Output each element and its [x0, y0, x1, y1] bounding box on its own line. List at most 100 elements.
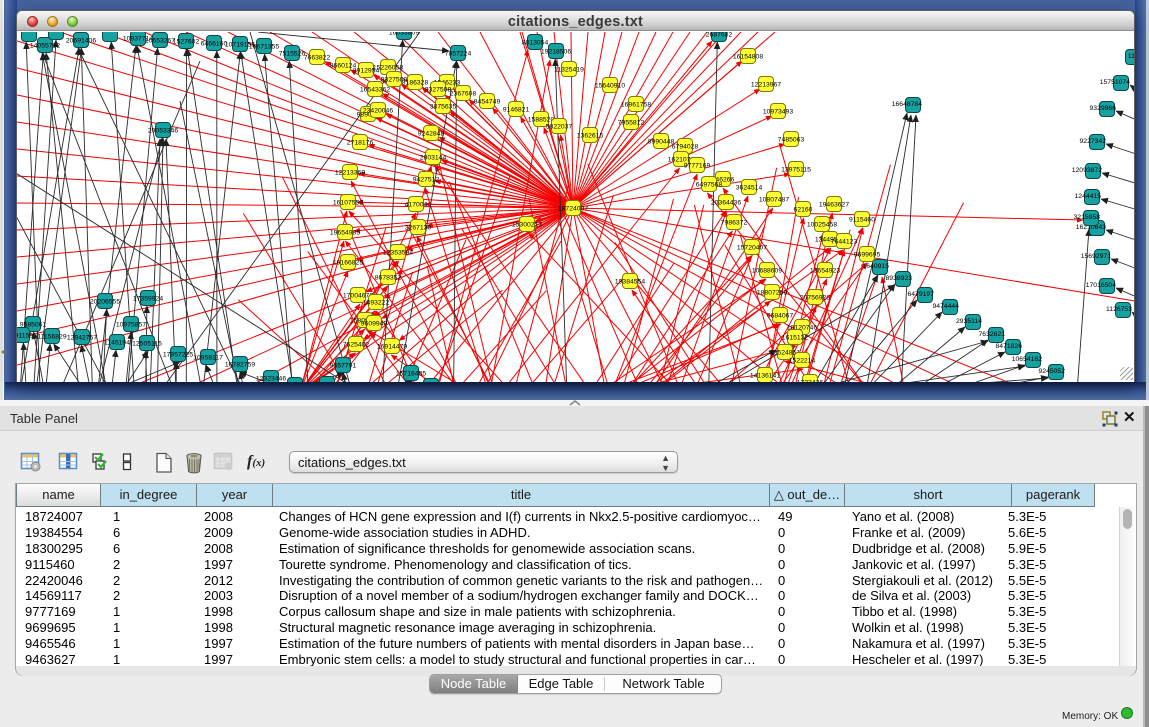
svg-text:16107553: 16107553	[333, 200, 363, 207]
svg-text:23420046: 23420046	[363, 108, 393, 115]
svg-text:7663822: 7663822	[304, 55, 331, 62]
svg-text:8813054: 8813054	[522, 40, 549, 47]
svg-text:15300213: 15300213	[512, 222, 542, 229]
svg-text:19166825: 19166825	[333, 260, 363, 267]
svg-text:3267130: 3267130	[405, 225, 432, 232]
svg-text:16914479: 16914479	[377, 344, 407, 351]
svg-text:15692971: 15692971	[1081, 253, 1111, 260]
svg-text:7485063: 7485063	[778, 137, 805, 144]
svg-text:10958117: 10958117	[193, 355, 223, 362]
svg-text:6794028: 6794028	[672, 144, 699, 151]
svg-text:7644123: 7644123	[831, 239, 858, 246]
svg-text:16961758: 16961758	[621, 102, 651, 109]
svg-text:3215958: 3215958	[1074, 214, 1101, 221]
svg-text:1615132: 1615132	[782, 335, 809, 342]
svg-text:6466160: 6466160	[201, 41, 228, 48]
svg-text:19463627: 19463627	[819, 202, 849, 209]
svg-text:15226058: 15226058	[373, 65, 403, 72]
svg-text:10688609: 10688609	[752, 268, 782, 275]
svg-text:7625402: 7625402	[343, 342, 370, 349]
svg-text:17957225: 17957225	[163, 352, 193, 359]
svg-text:2803144: 2803144	[420, 155, 447, 162]
svg-text:1145194: 1145194	[104, 340, 130, 347]
svg-text:9427512: 9427512	[413, 177, 440, 184]
svg-text:1493222: 1493222	[363, 300, 390, 307]
svg-text:8471826: 8471826	[996, 343, 1023, 350]
svg-text:16782759: 16782759	[225, 362, 255, 369]
svg-text:3875635: 3875635	[430, 104, 457, 111]
svg-text:9457791: 9457791	[330, 363, 357, 370]
svg-text:9777169: 9777169	[684, 163, 711, 170]
svg-text:19654985: 19654985	[330, 230, 360, 237]
svg-text:3624514: 3624514	[736, 185, 763, 192]
svg-text:1640915: 1640915	[863, 263, 890, 270]
svg-text:10653267: 10653267	[145, 38, 175, 45]
svg-text:10654162: 10654162	[1012, 356, 1042, 363]
svg-text:9245052: 9245052	[1039, 368, 1066, 375]
svg-text:6497568: 6497568	[696, 182, 723, 189]
svg-text:17016504: 17016504	[1086, 282, 1116, 289]
svg-text:20691406: 20691406	[66, 38, 96, 45]
svg-text:5822037: 5822037	[546, 124, 573, 131]
svg-text:16033809: 16033809	[389, 32, 419, 37]
svg-text:9684067: 9684067	[767, 313, 794, 320]
svg-text:10975857: 10975857	[116, 322, 146, 329]
svg-text:12213369: 12213369	[335, 170, 365, 177]
svg-text:12942757: 12942757	[67, 335, 97, 342]
svg-text:18724007: 18724007	[558, 206, 588, 213]
svg-text:8186328: 8186328	[402, 80, 429, 87]
svg-text:7515526: 7515526	[279, 51, 306, 58]
svg-text:7986372: 7986372	[721, 220, 748, 227]
svg-text:12093872: 12093872	[1072, 167, 1102, 174]
svg-text:17359924: 17359924	[133, 296, 163, 303]
svg-text:62160: 62160	[794, 207, 813, 214]
svg-text:16648784: 16648784	[892, 101, 922, 108]
svg-text:12213967: 12213967	[751, 82, 781, 89]
svg-text:7632621: 7632621	[979, 331, 1006, 338]
svg-text:15720407: 15720407	[737, 245, 767, 252]
svg-text:15751074: 15751074	[1100, 79, 1130, 86]
svg-text:9609949: 9609949	[361, 321, 388, 328]
svg-text:14136141: 14136141	[750, 373, 780, 380]
svg-text:19218506: 19218506	[541, 49, 571, 56]
svg-text:1126753: 1126753	[1106, 306, 1132, 313]
svg-text:2687682: 2687682	[706, 32, 733, 39]
svg-text:8678352: 8678352	[375, 275, 402, 282]
svg-text:16543362: 16543362	[360, 87, 390, 94]
svg-text:10025458: 10025458	[807, 222, 837, 229]
svg-text:2935114: 2935114	[956, 318, 982, 325]
svg-text:16671355: 16671355	[249, 44, 279, 51]
svg-text:9227342: 9227342	[1080, 138, 1107, 145]
svg-text:20206555: 20206555	[90, 299, 120, 306]
svg-text:12353594: 12353594	[383, 250, 413, 257]
svg-text:1527602: 1527602	[173, 39, 200, 46]
svg-text:8454749: 8454749	[474, 99, 501, 106]
svg-text:1244415: 1244415	[1075, 193, 1102, 200]
svg-text:9146821: 9146821	[503, 107, 530, 114]
svg-text:9699695: 9699695	[854, 252, 881, 259]
svg-text:11156829: 11156829	[37, 334, 66, 341]
svg-text:10973493: 10973493	[763, 109, 793, 116]
svg-text:13654923: 13654923	[810, 268, 840, 275]
svg-text:18807269: 18807269	[757, 290, 787, 297]
svg-text:8990448: 8990448	[648, 139, 675, 146]
svg-text:1588520: 1588520	[528, 117, 555, 124]
svg-text:12505115: 12505115	[132, 341, 162, 348]
svg-text:15640910: 15640910	[595, 83, 625, 90]
svg-text:9327508: 9327508	[425, 87, 452, 94]
svg-text:417004: 417004	[405, 202, 428, 209]
svg-text:16154808: 16154808	[733, 54, 763, 61]
svg-text:12323446: 12323446	[256, 376, 286, 383]
svg-text:7955812: 7955812	[618, 120, 645, 127]
svg-text:15716485: 15716485	[396, 371, 426, 378]
svg-text:9115460: 9115460	[849, 217, 875, 224]
svg-text:19384554: 19384554	[615, 279, 645, 286]
svg-text:13975115: 13975115	[781, 167, 811, 174]
svg-text:7857224: 7857224	[445, 51, 472, 58]
svg-text:9242848: 9242848	[418, 131, 445, 138]
svg-text:1733426: 1733426	[797, 380, 824, 383]
svg-text:9329966: 9329966	[1090, 105, 1117, 112]
svg-text:14055712: 14055712	[30, 43, 60, 50]
svg-text:10807487: 10807487	[759, 197, 789, 204]
svg-text:1362615: 1362615	[577, 133, 604, 140]
